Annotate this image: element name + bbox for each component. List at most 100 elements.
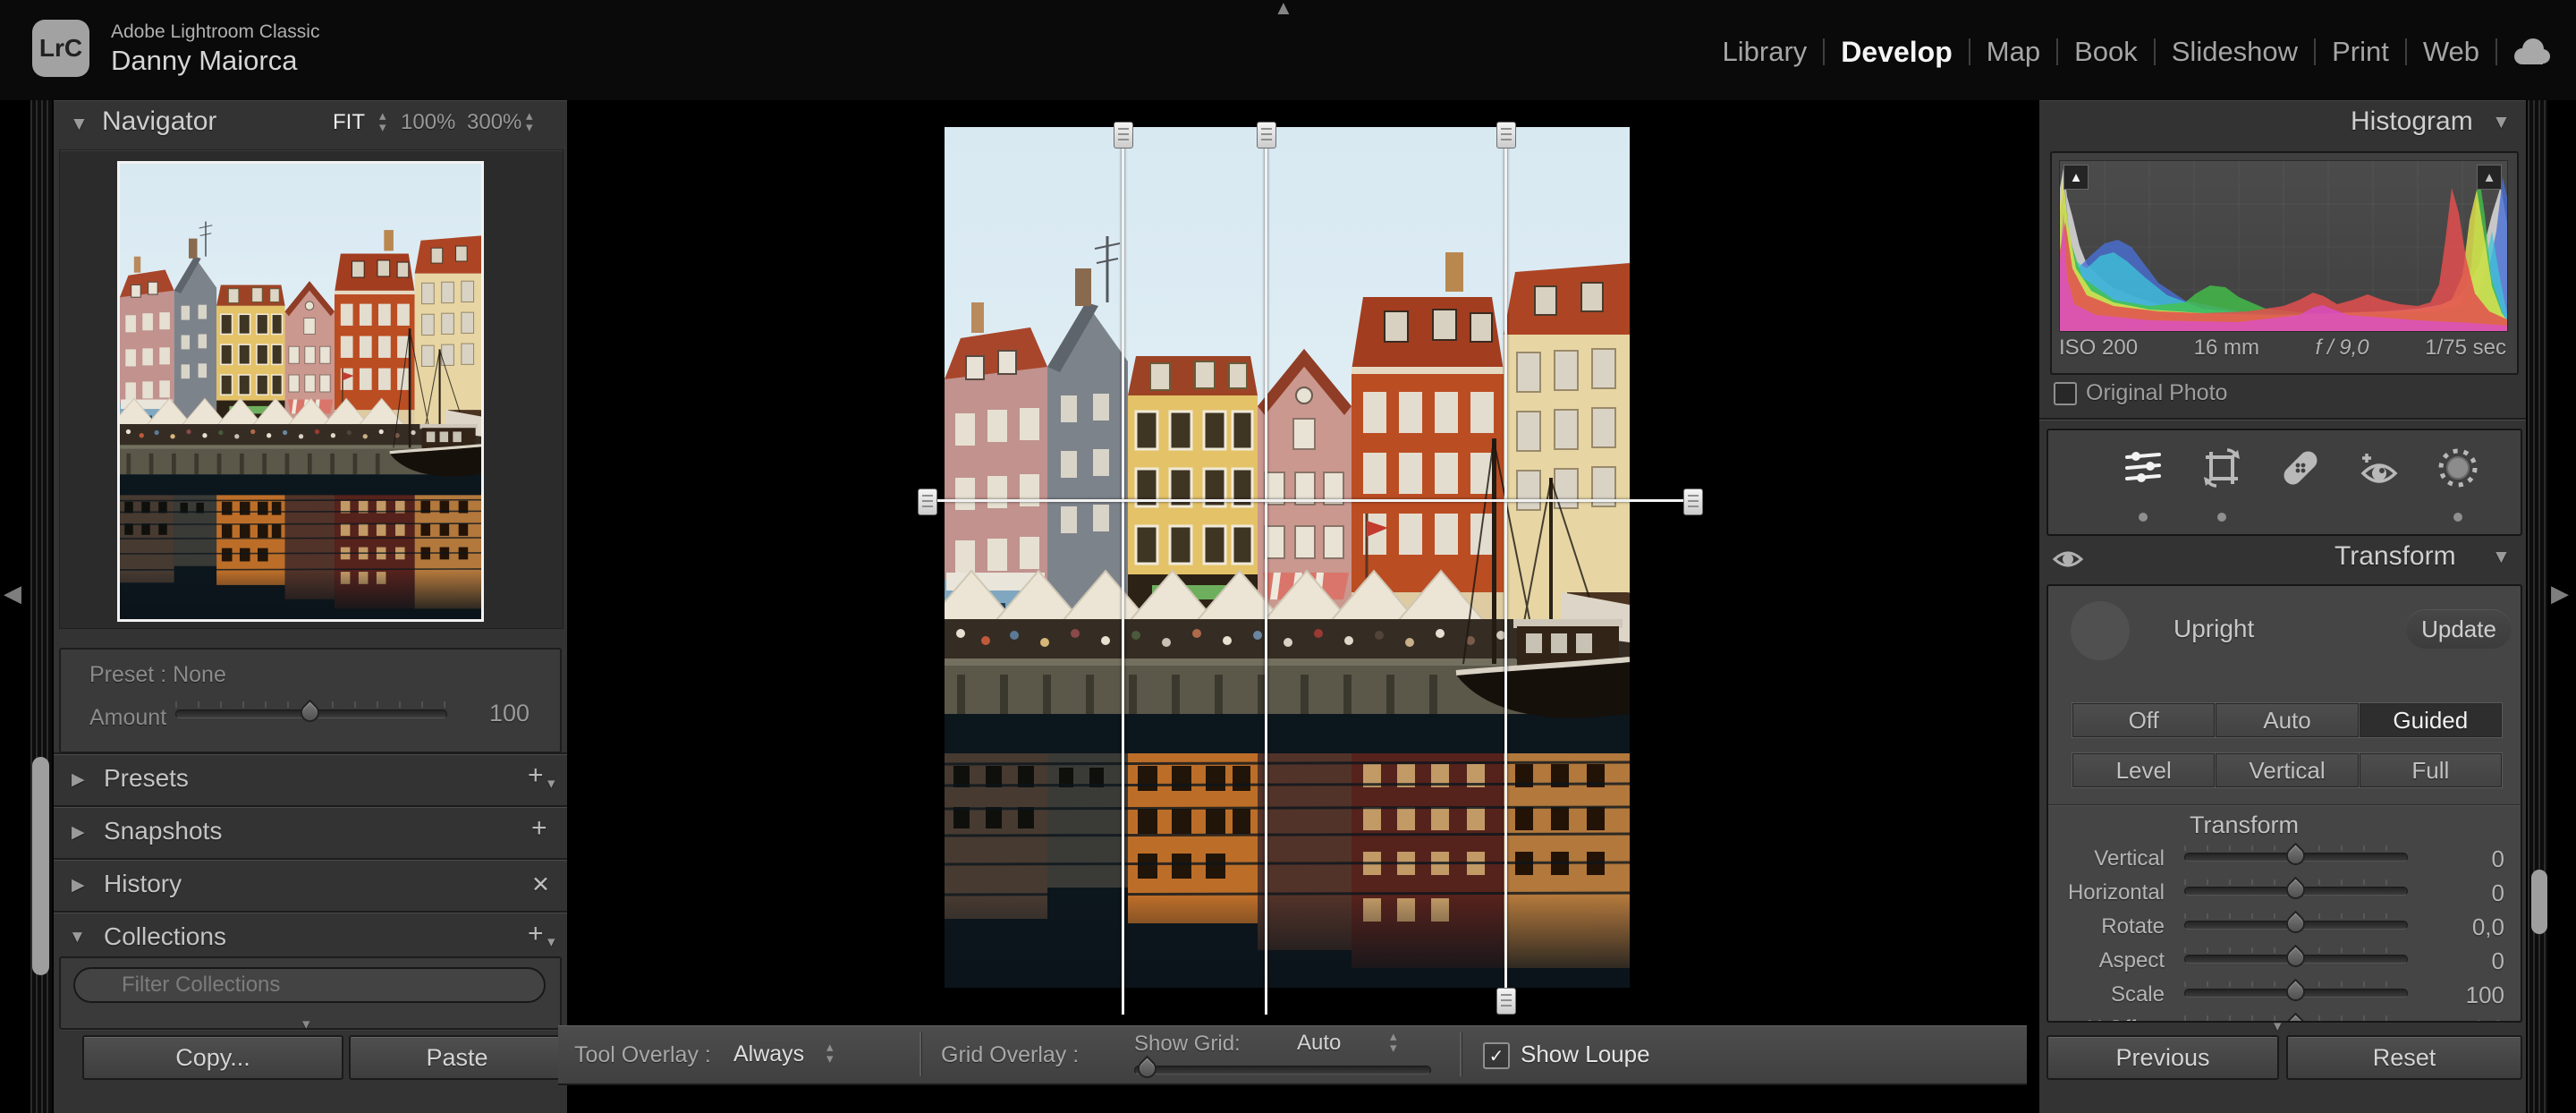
slider-label: X Offset [2048, 1016, 2165, 1023]
reset-button[interactable]: Reset [2286, 1035, 2522, 1080]
shadow-clipping-indicator[interactable]: ▲ [2063, 165, 2089, 190]
right-panel-grip[interactable] [2528, 100, 2547, 1113]
upright-full-button[interactable]: Full [2359, 752, 2503, 788]
right-panel: Histogram ▼ [2039, 100, 2526, 1113]
navigator-preview-box [59, 149, 564, 629]
navigator-disclosure-icon[interactable]: ▼ [70, 114, 89, 135]
sidebar-section-snapshots[interactable]: ▶ Snapshots + [54, 810, 567, 858]
guide-horizontal-1[interactable] [930, 499, 1696, 502]
guide-handle[interactable] [1114, 122, 1133, 149]
basic-adjustments-tool-icon[interactable] [2122, 446, 2165, 489]
left-panel: ▼ Navigator FIT ▴▾ 100% 300% ▴▾ Preset :… [54, 100, 567, 1113]
navigator-zoom-stepper-icon[interactable]: ▴▾ [526, 110, 533, 133]
upright-guided-button[interactable]: Guided [2359, 702, 2503, 738]
module-web[interactable]: Web [2407, 36, 2496, 68]
slider-value[interactable]: 0,0 [2424, 913, 2504, 941]
collections-add-icon[interactable]: + [528, 919, 544, 949]
history-clear-icon[interactable]: ✕ [531, 871, 550, 898]
navigator-thumbnail[interactable] [117, 161, 484, 622]
crop-tool-icon[interactable] [2200, 446, 2243, 489]
show-grid-stepper-icon[interactable]: ▴▾ [1390, 1031, 1397, 1054]
app-name: Adobe Lightroom Classic [111, 21, 319, 43]
module-print[interactable]: Print [2316, 36, 2405, 68]
navigator-zoom-300[interactable]: 300% [467, 110, 521, 135]
right-panel-collapse-icon[interactable]: ▶ [2551, 580, 2569, 607]
red-eye-tool-icon[interactable] [2358, 446, 2401, 489]
show-loupe-label[interactable]: Show Loupe [1521, 1041, 1650, 1068]
cloud-sync-icon[interactable] [2510, 37, 2553, 67]
right-panel-scrollbar[interactable] [2531, 870, 2547, 934]
guide-vertical-1[interactable] [1122, 134, 1124, 1015]
collections-add-menu-icon[interactable]: ▾ [547, 933, 555, 951]
upright-off-button[interactable]: Off [2072, 702, 2215, 738]
transform-enable-eye-icon[interactable] [2052, 547, 2084, 572]
sidebar-section-presets[interactable]: ▶ Presets + ▾ [54, 757, 567, 805]
module-library[interactable]: Library [1707, 36, 1824, 68]
right-panel-bottom-collapse-icon[interactable]: ▾ [2274, 1017, 2282, 1035]
navigator-fit-stepper-icon[interactable]: ▴▾ [379, 110, 386, 133]
copy-button[interactable]: Copy... [82, 1035, 343, 1080]
panel-divider [54, 911, 567, 913]
transform-disclosure-icon[interactable]: ▼ [2492, 547, 2511, 568]
slider-label: Vertical [2048, 846, 2165, 871]
transform-panel-title[interactable]: Transform [2334, 541, 2456, 572]
slider-value[interactable]: 0 [2424, 947, 2504, 975]
presets-add-icon[interactable]: + [528, 760, 544, 791]
upright-auto-button[interactable]: Auto [2215, 702, 2358, 738]
guide-handle[interactable] [1496, 988, 1516, 1015]
guide-vertical-3[interactable] [1504, 134, 1507, 991]
upright-tool-button[interactable] [2071, 601, 2130, 660]
tool-overlay-stepper-icon[interactable]: ▴▾ [826, 1041, 834, 1065]
module-slideshow[interactable]: Slideshow [2156, 36, 2314, 68]
paste-button[interactable]: Paste [349, 1035, 565, 1080]
module-book[interactable]: Book [2058, 36, 2154, 68]
tool-active-dot [2217, 513, 2226, 522]
module-develop[interactable]: Develop [1825, 36, 1968, 69]
navigator-zoom-fit[interactable]: FIT [333, 110, 365, 135]
snapshots-disclosure-icon[interactable]: ▶ [72, 822, 85, 843]
left-panel-scrollbar[interactable] [32, 757, 49, 975]
histogram-disclosure-icon[interactable]: ▼ [2492, 112, 2511, 133]
top-panel-reveal-icon[interactable]: ▲ [1274, 0, 1293, 20]
grid-size-slider-track[interactable] [1134, 1066, 1431, 1075]
navigator-zoom-100[interactable]: 100% [401, 110, 455, 135]
guide-vertical-2[interactable] [1265, 134, 1267, 1015]
user-name: Danny Maiorca [111, 45, 297, 77]
show-grid-value[interactable]: Auto [1297, 1031, 1341, 1056]
original-photo-checkbox[interactable] [2054, 382, 2077, 405]
slider-value[interactable]: 0 [2424, 879, 2504, 907]
previous-button[interactable]: Previous [2046, 1035, 2279, 1080]
guide-handle[interactable] [1496, 122, 1516, 149]
snapshots-add-icon[interactable]: + [531, 813, 547, 844]
left-panel-bottom-collapse-icon[interactable]: ▾ [302, 1015, 310, 1033]
histogram-plot[interactable]: ▲ ▲ [2059, 160, 2508, 332]
sidebar-section-history[interactable]: ▶ History ✕ [54, 862, 567, 911]
presets-add-menu-icon[interactable]: ▾ [547, 775, 555, 793]
slider-value[interactable]: 0,0 [2424, 1015, 2504, 1023]
left-panel-collapse-icon[interactable]: ◀ [4, 580, 21, 607]
show-loupe-checkbox[interactable]: ✓ [1483, 1042, 1510, 1069]
tool-overlay-value[interactable]: Always [733, 1041, 804, 1067]
filter-collections-input[interactable] [73, 967, 546, 1003]
guide-handle[interactable] [1257, 122, 1276, 149]
photo [945, 127, 1630, 988]
update-button[interactable]: Update [2406, 609, 2512, 649]
slider-value[interactable]: 0 [2424, 845, 2504, 873]
top-bar: LrC Adobe Lightroom Classic Danny Maiorc… [0, 0, 2576, 100]
upright-level-button[interactable]: Level [2072, 752, 2215, 788]
masking-tool-icon[interactable] [2436, 446, 2479, 489]
collections-disclosure-icon[interactable]: ▼ [69, 928, 86, 947]
guide-handle[interactable] [1683, 489, 1703, 515]
grid-size-slider-handle[interactable] [1134, 1056, 1161, 1083]
guide-handle[interactable] [918, 489, 937, 515]
module-map[interactable]: Map [1970, 36, 2056, 68]
highlight-clipping-indicator[interactable]: ▲ [2477, 165, 2502, 190]
healing-tool-icon[interactable] [2279, 446, 2322, 489]
upright-vertical-button[interactable]: Vertical [2215, 752, 2358, 788]
panel-divider [2039, 418, 2526, 421]
history-disclosure-icon[interactable]: ▶ [72, 875, 85, 896]
slider-value[interactable]: 100 [2424, 981, 2504, 1009]
original-photo-label[interactable]: Original Photo [2086, 380, 2227, 406]
presets-disclosure-icon[interactable]: ▶ [72, 769, 85, 790]
toolbar: Tool Overlay : Always ▴▾ Grid Overlay : … [558, 1025, 2027, 1085]
